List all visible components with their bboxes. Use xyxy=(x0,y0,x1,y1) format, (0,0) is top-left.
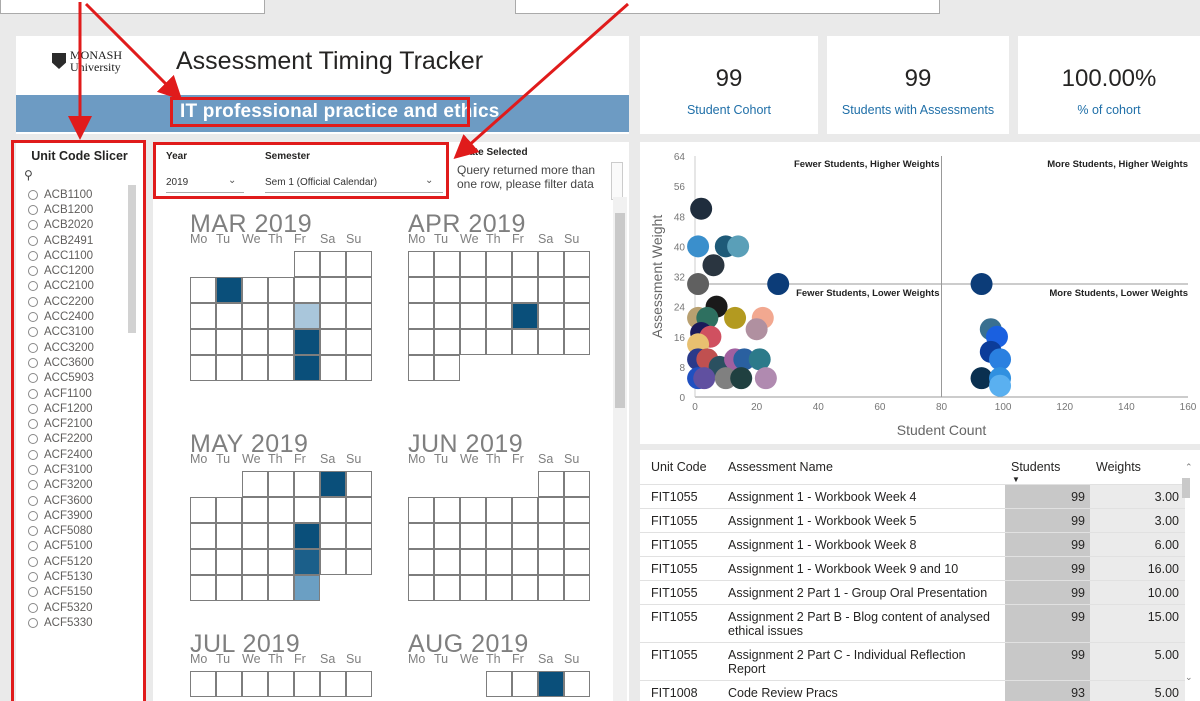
dashboard: MONASH University Assessment Timing Track… xyxy=(0,0,1200,701)
annotation-arrows xyxy=(68,2,629,159)
arrow-to-unit-title xyxy=(84,2,183,101)
arrow-to-filters xyxy=(453,2,629,159)
